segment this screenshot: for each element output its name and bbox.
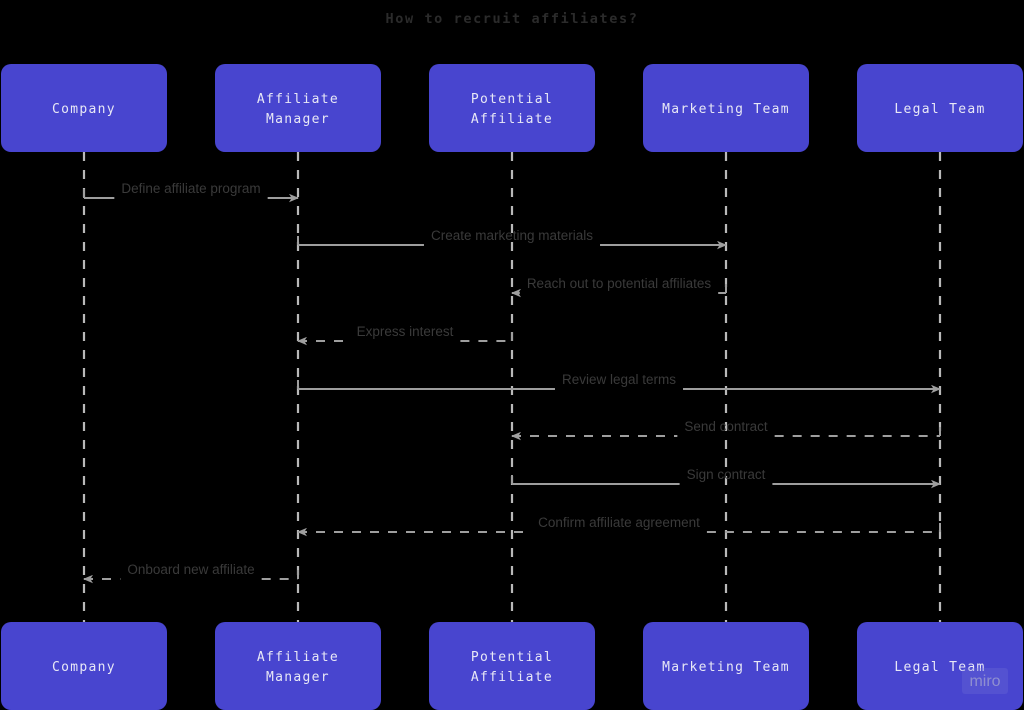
message-label: Sign contract [687,467,766,482]
participant-affmgr-top[interactable]: Affiliate Manager [215,64,381,152]
participant-potaff-top[interactable]: Potential Affiliate [429,64,595,152]
message-3[interactable]: Reach out to potential affiliates [511,276,727,298]
miro-watermark: miro [962,668,1008,694]
participant-boxes-bottom: Company Affiliate Manager Potential Affiliat… [1,622,1023,710]
participant-label: Potential [471,650,553,665]
participant-legal-top[interactable]: Legal Team [857,64,1023,152]
participant-company-bottom[interactable]: Company [1,622,167,710]
participant-label: Company [52,102,116,117]
participant-box[interactable] [429,622,595,710]
message-label: Send contract [684,419,768,434]
participant-affmgr-bottom[interactable]: Affiliate Manager [215,622,381,710]
message-label: Review legal terms [562,372,676,387]
sequence-diagram: How to recruit affiliates? Company Affili… [0,0,1024,710]
participant-box[interactable] [215,64,381,152]
participant-label: Potential [471,92,553,107]
participant-boxes-top: Company Affiliate Manager Potential Affiliat… [1,64,1023,152]
message-label: Express interest [357,324,454,339]
participant-label: Manager [266,112,330,127]
participant-marketing-bottom[interactable]: Marketing Team [643,622,809,710]
participant-potaff-bottom[interactable]: Potential Affiliate [429,622,595,710]
participant-label: Affiliate [471,670,553,685]
participant-label: Affiliate [471,112,553,127]
participant-label: Marketing Team [662,102,790,117]
participant-legal-bottom[interactable]: Legal Team [857,622,1023,710]
participant-marketing-top[interactable]: Marketing Team [643,64,809,152]
participant-label: Affiliate [257,650,339,665]
participant-box[interactable] [215,622,381,710]
participant-company-top[interactable]: Company [1,64,167,152]
participant-label: Legal Team [894,102,985,117]
watermark-label: miro [969,673,1000,690]
message-label: Define affiliate program [121,181,260,196]
message-label: Onboard new affiliate [127,562,254,577]
participant-label: Manager [266,670,330,685]
page-title: How to recruit affiliates? [386,11,639,27]
message-label: Reach out to potential affiliates [527,276,712,291]
participant-label: Company [52,660,116,675]
message-label: Create marketing materials [431,228,593,243]
participant-label: Marketing Team [662,660,790,675]
message-label: Confirm affiliate agreement [538,515,700,530]
sequence-diagram-canvas: How to recruit affiliates? Company Affili… [0,0,1024,710]
participant-label: Affiliate [257,92,339,107]
participant-box[interactable] [429,64,595,152]
